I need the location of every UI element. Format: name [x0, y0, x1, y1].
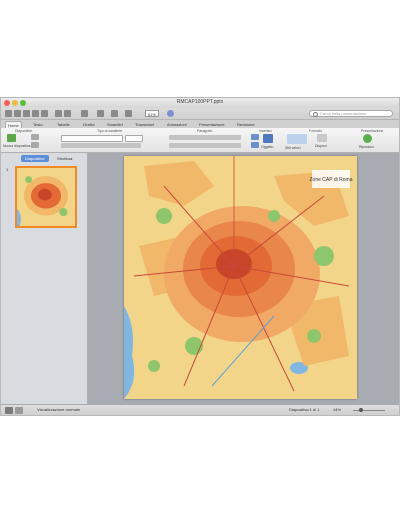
view-label: Visualizzazione normale: [37, 407, 81, 412]
ribbon-tabs: Home Testo Tabelle Grafici SmartArt Tran…: [1, 120, 399, 129]
arrange-icon[interactable]: [317, 134, 327, 142]
group-label-diapositive: Diapositive: [15, 129, 33, 133]
new-icon[interactable]: [5, 110, 12, 117]
font-size-select[interactable]: [125, 135, 143, 142]
zoom-field[interactable]: 61%: [145, 110, 159, 117]
status-bar: Visualizzazione normale Diapositiva 1 di…: [1, 404, 399, 415]
search-input[interactable]: Cerca nella presentazione: [309, 110, 393, 117]
group-label-carattere: Tipo di carattere: [97, 129, 123, 133]
standard-toolbar: 61% Cerca nella presentazione: [1, 108, 399, 120]
save-icon[interactable]: [32, 110, 39, 117]
slideshow-icon[interactable]: [97, 110, 104, 117]
park-area: [268, 210, 280, 222]
undo-icon[interactable]: [55, 110, 62, 117]
tab-presentazione[interactable]: Presentazione: [197, 121, 227, 128]
section-icon[interactable]: [31, 142, 39, 148]
sorter-view-icon[interactable]: [15, 407, 23, 414]
search-icon: [313, 112, 318, 117]
quick-styles-label[interactable]: Stili veloci: [285, 146, 301, 150]
shape-label[interactable]: Oggetto: [261, 145, 273, 149]
tab-diapositive[interactable]: Diapositive: [21, 155, 49, 162]
park-area: [148, 360, 160, 372]
tab-tabelle[interactable]: Tabelle: [55, 121, 72, 128]
park-area: [314, 246, 334, 266]
style-gallery[interactable]: [287, 134, 307, 144]
font-name-select[interactable]: [61, 135, 123, 142]
tab-animazioni[interactable]: Animazioni: [165, 121, 189, 128]
group-label-paragrafo: Paragrafo: [197, 129, 213, 133]
map-title: Zone CAP di Roma: [310, 177, 353, 183]
slide-number: 1: [6, 167, 9, 172]
park-area: [307, 329, 321, 343]
new-slide-label[interactable]: Nuova diapositiva: [3, 144, 31, 148]
media-icon[interactable]: [111, 110, 118, 117]
normal-view-icon[interactable]: [5, 407, 13, 414]
print-icon[interactable]: [41, 110, 48, 117]
group-label-formato: Formato: [309, 129, 323, 133]
tab-struttura[interactable]: Struttura: [53, 155, 76, 162]
arrange-label[interactable]: Disponi: [315, 144, 327, 148]
slide-thumbnail[interactable]: [15, 166, 77, 228]
slides-sidebar: Diapositive Struttura 1: [1, 153, 88, 404]
slide-editor: Zone CAP di Roma: [88, 153, 399, 404]
title-bar: RMCAP100PPT.pptx: [1, 98, 399, 108]
ribbon-home: Diapositive Tipo di carattere Paragrafo …: [1, 128, 399, 153]
tab-revisione[interactable]: Revisione: [235, 121, 257, 128]
play-icon[interactable]: [363, 134, 372, 143]
thumbnail-map: [17, 168, 75, 226]
paragraph-align-buttons[interactable]: [169, 143, 241, 148]
shape-icon[interactable]: [263, 134, 273, 143]
layout-icon[interactable]: [31, 134, 39, 140]
paragraph-list-buttons[interactable]: [169, 135, 241, 140]
zoom-slider[interactable]: [353, 410, 385, 411]
powerpoint-window: RMCAP100PPT.pptx 61% Cerca nella present…: [0, 97, 400, 416]
slide-counter: Diapositiva 1 di 1: [289, 407, 320, 412]
view-icon[interactable]: [125, 110, 132, 117]
group-label-inserisci: Inserisci: [259, 129, 272, 133]
search-placeholder: Cerca nella presentazione: [320, 111, 367, 116]
picture-icon[interactable]: [251, 142, 259, 148]
help-icon[interactable]: [167, 110, 174, 117]
redo-icon[interactable]: [64, 110, 71, 117]
new-slide-icon[interactable]: [7, 134, 16, 142]
tab-grafici[interactable]: Grafici: [81, 121, 97, 128]
zoom-percent: 44%: [333, 407, 342, 412]
play-label[interactable]: Riproduci: [359, 145, 374, 149]
template-icon[interactable]: [14, 110, 21, 117]
text-box-icon[interactable]: [251, 134, 259, 140]
tab-testo[interactable]: Testo: [31, 121, 45, 128]
group-label-presentazione: Presentazione: [361, 129, 384, 133]
window-title: RMCAP100PPT.pptx: [176, 99, 224, 105]
format-icon[interactable]: [81, 110, 88, 117]
tab-smartart[interactable]: SmartArt: [105, 121, 125, 128]
rome-cap-map: Zone CAP di Roma: [124, 156, 357, 399]
slide-canvas[interactable]: Zone CAP di Roma: [124, 156, 357, 399]
font-format-buttons[interactable]: [61, 143, 141, 148]
tab-transizioni[interactable]: Transizioni: [133, 121, 156, 128]
park-area: [156, 208, 172, 224]
open-icon[interactable]: [23, 110, 30, 117]
zoom-slider-knob[interactable]: [359, 408, 363, 412]
